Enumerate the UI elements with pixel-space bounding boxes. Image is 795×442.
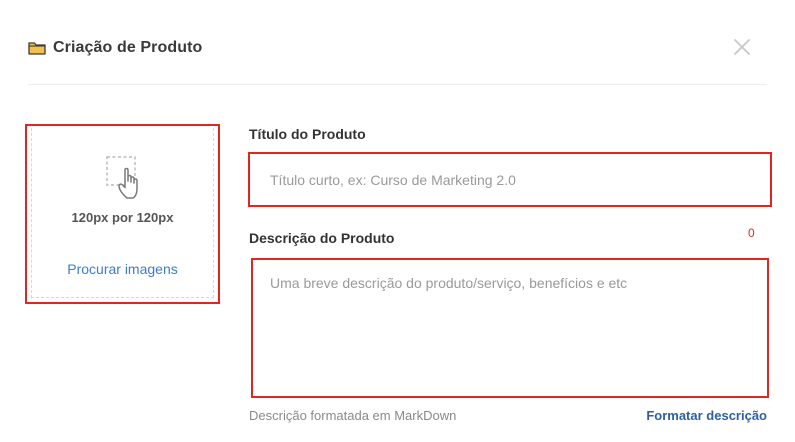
product-description-field[interactable] — [251, 258, 769, 398]
modal-header: Criação de Produto — [28, 30, 767, 66]
product-creation-modal: Criação de Produto 120px por 120px Procu… — [0, 0, 795, 442]
format-description-link[interactable]: Formatar descrição — [646, 408, 767, 423]
markdown-hint: Descrição formatada em MarkDown — [249, 408, 457, 423]
modal-title: Criação de Produto — [53, 39, 203, 56]
product-description-textarea[interactable] — [259, 266, 761, 390]
image-dropzone[interactable]: 120px por 120px Procurar imagens — [31, 128, 214, 298]
header-divider — [28, 84, 767, 85]
folder-icon — [28, 40, 46, 56]
product-description-label: Descrição do Produto — [249, 230, 395, 246]
product-title-label: Título do Produto — [249, 126, 366, 142]
product-title-field[interactable] — [248, 152, 772, 207]
browse-images-link[interactable]: Procurar imagens — [32, 261, 213, 277]
hand-pointer-icon — [105, 154, 155, 204]
image-size-label: 120px por 120px — [71, 210, 174, 225]
product-title-input[interactable] — [258, 158, 762, 201]
description-char-counter: 0 — [748, 226, 755, 240]
close-icon[interactable] — [733, 38, 751, 56]
image-uploader[interactable]: 120px por 120px Procurar imagens — [25, 124, 220, 304]
